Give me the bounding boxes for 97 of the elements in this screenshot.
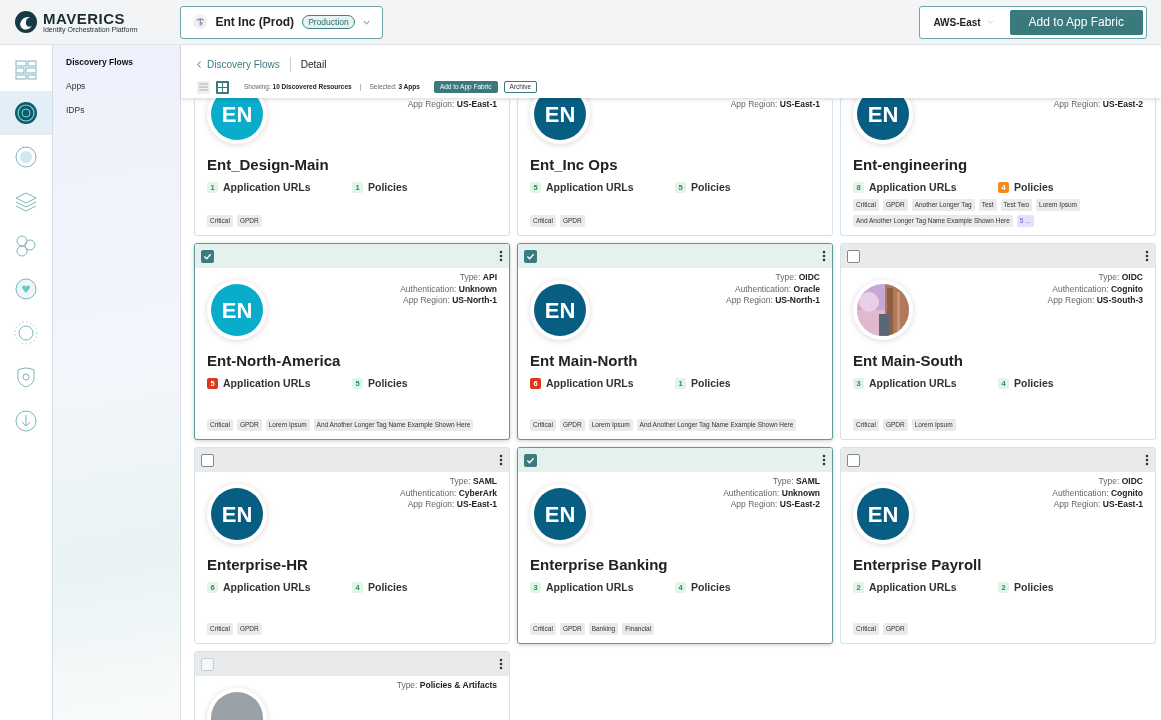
info-line: Authentication: Cognito <box>1052 487 1143 499</box>
count-label: Policies <box>1014 580 1054 595</box>
app-name: Ent_Inc Ops <box>530 156 619 174</box>
count-label: Policies <box>368 180 408 195</box>
more-icon[interactable] <box>822 454 826 466</box>
nav-icon <box>13 320 39 346</box>
more-icon[interactable] <box>499 250 503 262</box>
nav-item[interactable]: Discovery Flows <box>66 55 180 69</box>
info-line: Authentication: Unknown <box>400 283 497 295</box>
info-line: App Region: US-North-1 <box>725 295 820 307</box>
app-name: Ent Main-North <box>530 352 639 370</box>
app-name: Ent Main-South <box>853 352 964 370</box>
avatar: EN <box>534 98 586 140</box>
check-icon <box>203 251 212 261</box>
app-name: Enterprise Payroll <box>853 556 983 574</box>
avatar: EN <box>211 98 263 140</box>
avatar: EN <box>534 488 586 540</box>
logo-icon <box>14 10 38 34</box>
breadcrumb-current: Detail <box>299 57 327 72</box>
more-icon[interactable] <box>1145 250 1149 262</box>
count-label: Application URLs <box>869 580 957 595</box>
info-line: Type: API <box>459 272 497 284</box>
count-label: Application URLs <box>546 376 634 391</box>
info-line: Authentication: Oracle <box>734 283 820 295</box>
app-name: Enterprise-HR <box>207 556 309 574</box>
nav-icon <box>13 232 39 258</box>
environment-name: Ent Inc (Prod) <box>215 14 295 31</box>
count-label: Application URLs <box>546 180 634 195</box>
count-label: Application URLs <box>223 180 311 195</box>
info-line: App Region: US-East-1 <box>407 99 497 111</box>
nav-item[interactable]: IDPs <box>66 103 180 117</box>
chevron-down-icon <box>986 20 994 24</box>
nav-icon <box>13 276 39 302</box>
environment-badge: Production <box>302 15 355 29</box>
count-label: Application URLs <box>223 376 311 391</box>
info-line: App Region: US-East-2 <box>730 499 820 511</box>
count-label: Policies <box>368 376 408 391</box>
checkbox[interactable] <box>847 453 860 467</box>
info-line: Authentication: CyberArk <box>400 487 497 499</box>
info-line: App Region: US-East-1 <box>1053 499 1143 511</box>
more-icon[interactable] <box>499 454 503 466</box>
chevron-down-icon <box>362 19 370 25</box>
nav-icon <box>13 144 39 170</box>
info-line: Type: Policies & Artifacts <box>396 680 497 692</box>
avatar: EN <box>211 488 263 540</box>
info-line: Type: OIDC <box>775 272 820 284</box>
count-label: Policies <box>691 580 731 595</box>
grid-view-toggle[interactable] <box>216 80 229 94</box>
info-line: App Region: US-North-1 <box>402 295 497 307</box>
app-name: Enterprise Banking <box>530 556 669 574</box>
checkbox[interactable] <box>201 249 214 263</box>
list-view-toggle[interactable] <box>197 80 210 94</box>
nav-icon <box>13 100 39 126</box>
nav-item[interactable]: Apps <box>66 79 180 93</box>
more-icon[interactable] <box>822 250 826 262</box>
info-line: Authentication: Cognito <box>1052 283 1143 295</box>
count-label: Policies <box>1014 180 1054 195</box>
count-label: Policies <box>368 580 408 595</box>
count-label: Policies <box>1014 376 1054 391</box>
info-line: Type: SAML <box>772 476 820 488</box>
avatar: EN <box>857 98 909 140</box>
environment-icon <box>193 14 208 30</box>
nav-icon <box>13 408 39 434</box>
region-select[interactable]: AWS-East <box>923 14 1004 30</box>
avatar: EN <box>211 284 263 336</box>
app-name: Ent-North-America <box>207 352 342 370</box>
info-line: App Region: US-East-1 <box>407 499 497 511</box>
checkbox[interactable] <box>524 249 537 263</box>
checkbox[interactable] <box>524 453 537 467</box>
rail-item[interactable] <box>0 91 52 135</box>
avatar: EN <box>857 488 909 540</box>
count-label: Policies <box>691 180 731 195</box>
info-line: Type: OIDC <box>1098 476 1143 488</box>
count-label: Application URLs <box>546 580 634 595</box>
count-label: Application URLs <box>223 580 311 595</box>
count-label: Application URLs <box>869 376 957 391</box>
count-label: Application URLs <box>869 180 957 195</box>
app-name: Ent_Design-Main <box>207 156 330 174</box>
count-label: Policies <box>691 376 731 391</box>
info-line: App Region: US-South-3 <box>1047 295 1143 307</box>
more-icon[interactable] <box>1145 454 1149 466</box>
back-link[interactable]: Discovery Flows <box>197 56 291 72</box>
app-name: Ent-engineering <box>853 156 969 174</box>
checkbox[interactable] <box>847 249 860 263</box>
chevron-left-icon <box>197 60 201 68</box>
environment-select[interactable]: Ent Inc (Prod) Production <box>180 5 383 39</box>
brand-name: MAVERICS <box>43 10 127 26</box>
check-icon <box>526 455 535 465</box>
info-line: App Region: US-East-1 <box>730 99 820 111</box>
info-line: Type: SAML <box>449 476 497 488</box>
info-line: Authentication: Unknown <box>723 487 820 499</box>
check-icon <box>526 251 535 261</box>
info-line: Type: OIDC <box>1098 272 1143 284</box>
info-line: App Region: US-East-2 <box>1053 99 1143 111</box>
checkbox[interactable] <box>201 453 214 467</box>
avatar: EN <box>534 284 586 336</box>
add-to-app-fabric-button[interactable]: Add to App Fabric <box>1009 9 1143 35</box>
